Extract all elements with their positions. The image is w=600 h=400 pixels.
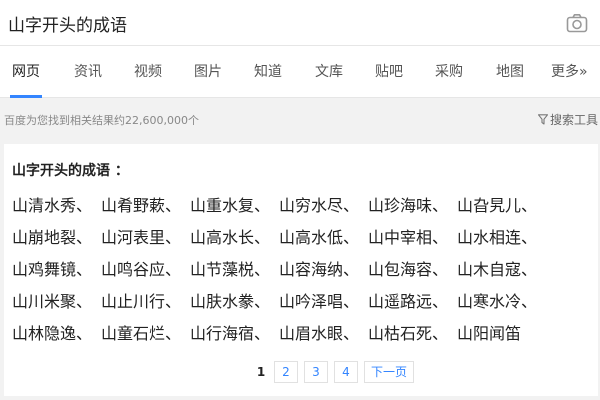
tab-purchase[interactable]: 采购 [435,46,463,98]
idiom-item: 山穷水尽、 [279,196,360,215]
idiom-item: 山高水长、 [190,228,271,247]
idiom-item: 山吟泽唱、 [279,292,360,311]
idiom-item: 山清水秀、 [12,196,93,215]
search-tabs: 网页 资讯 视频 图片 知道 文库 贴吧 采购 地图 更多» [0,46,600,98]
idiom-item: 山肤水豢、 [190,292,271,311]
idiom-item: 山眉水眼、 [279,324,360,343]
idiom-item: 山鸡舞镜、 [12,260,93,279]
idiom-item: 山重水复、 [190,196,271,215]
idiom-item: 山崩地裂、 [12,228,93,247]
idiom-item: 山鸣谷应、 [101,260,182,279]
page-link-2[interactable]: 2 [274,361,298,383]
idiom-item: 山肴野蔌、 [101,196,182,215]
idiom-item: 山包海容、 [368,260,449,279]
tab-wenku[interactable]: 文库 [315,46,343,98]
result-count: 百度为您找到相关结果约22,600,000个 [4,114,199,127]
camera-icon[interactable] [566,13,588,33]
idiom-item: 山阳闻笛 [457,324,522,343]
search-tools-button[interactable]: 搜索工具 [537,111,598,128]
funnel-icon [537,114,548,125]
tab-map[interactable]: 地图 [496,46,524,98]
next-page-button[interactable]: 下一页 [364,361,415,383]
idiom-item: 山容海纳、 [279,260,360,279]
idiom-item: 山枯石死、 [368,324,449,343]
result-info: 百度为您找到相关结果约22,600,000个 搜索工具 [0,98,600,138]
pagination: 1 2 3 4 下一页 [254,361,415,383]
search-bar [0,0,600,46]
tab-zhidao[interactable]: 知道 [254,46,282,98]
idiom-item: 山遥路远、 [368,292,449,311]
idiom-item: 山木自寇、 [457,260,538,279]
tab-web[interactable]: 网页 [10,46,42,98]
tab-images[interactable]: 图片 [194,46,222,98]
idiom-item: 山节藻棁、 [190,260,271,279]
idiom-item: 山水相连、 [457,228,538,247]
tab-tieba[interactable]: 贴吧 [375,46,403,98]
idiom-item: 山珍海味、 [368,196,449,215]
idiom-item: 山川米聚、 [12,292,93,311]
idiom-item: 山旮旯儿、 [457,196,538,215]
tab-video[interactable]: 视频 [134,46,162,98]
card-title: 山字开头的成语 ： [12,163,129,179]
tab-news[interactable]: 资讯 [74,46,102,98]
idiom-item: 山止川行、 [101,292,182,311]
page-link-3[interactable]: 3 [304,361,328,383]
tab-more[interactable]: 更多» [551,46,588,98]
idiom-item: 山林隐逸、 [12,324,93,343]
idiom-grid: 山清水秀、 山肴野蔌、 山重水复、 山穷水尽、 山珍海味、 山旮旯儿、 山崩地裂… [12,196,592,344]
idiom-card: 山字开头的成语 ： 山清水秀、 山肴野蔌、 山重水复、 山穷水尽、 山珍海味、 … [4,144,598,396]
idiom-item: 山河表里、 [101,228,182,247]
search-tools-label: 搜索工具 [549,113,598,127]
idiom-item: 山高水低、 [279,228,360,247]
idiom-item: 山童石烂、 [101,324,182,343]
idiom-item: 山行海宿、 [190,324,271,343]
page-current: 1 [256,365,266,379]
idiom-item: 山寒水冷、 [457,292,538,311]
page-link-4[interactable]: 4 [334,361,358,383]
idiom-item: 山中宰相、 [368,228,449,247]
search-input[interactable] [8,10,548,36]
